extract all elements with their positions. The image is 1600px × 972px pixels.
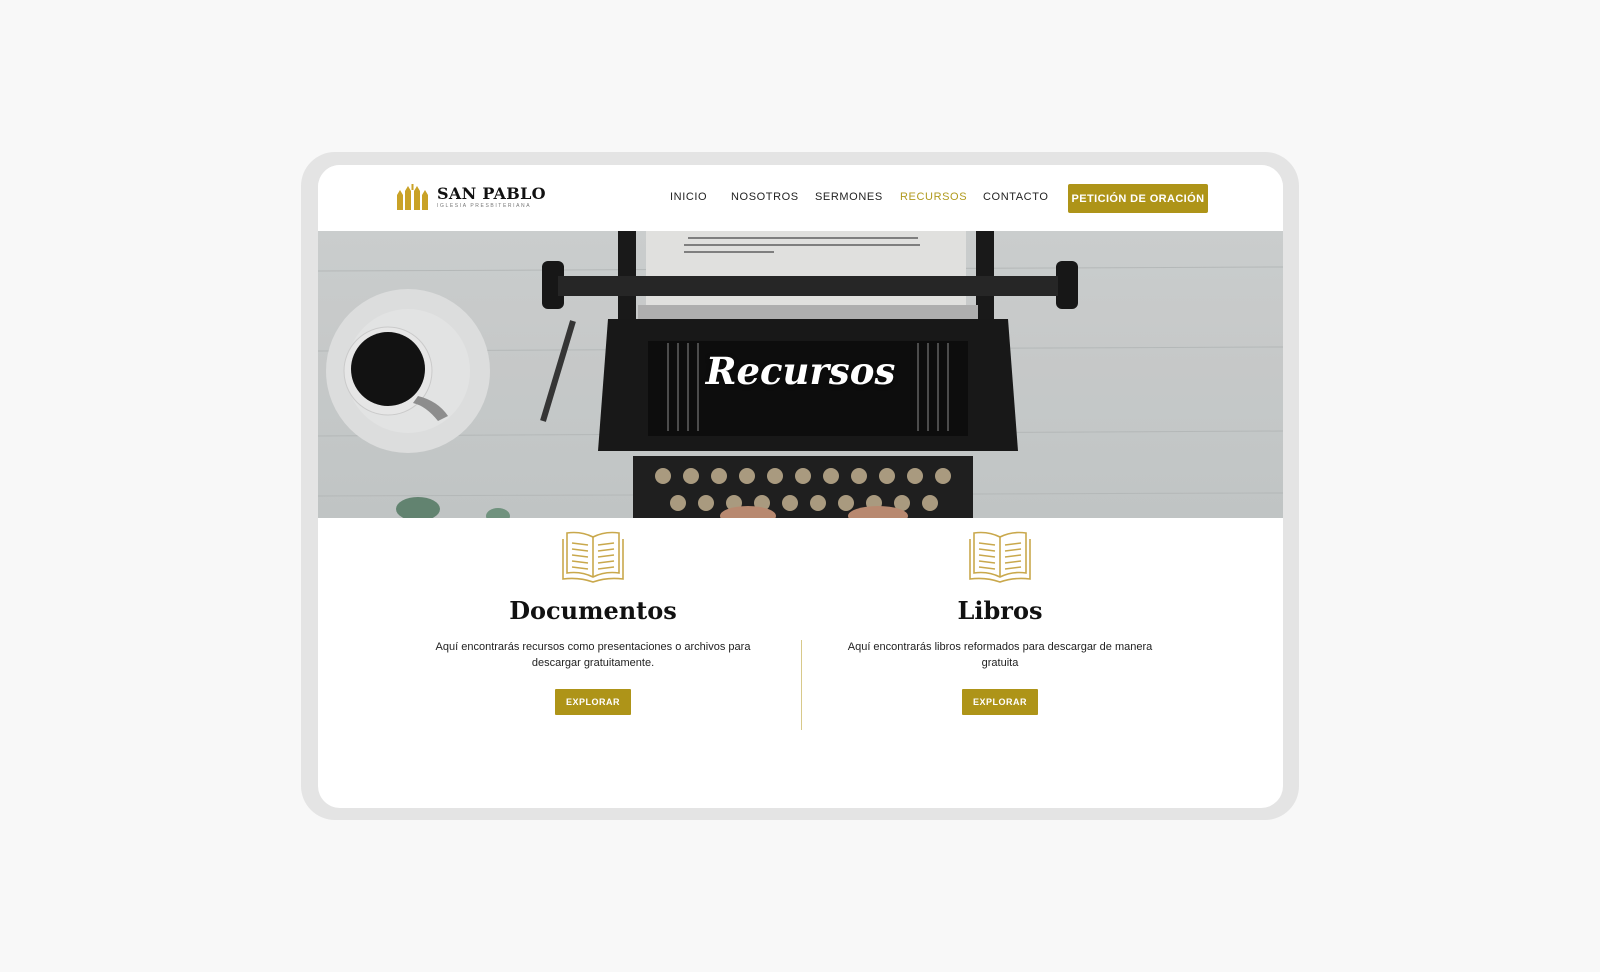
resource-title: Documentos: [509, 596, 677, 625]
prayer-request-button[interactable]: PETICIÓN DE ORACIÓN: [1068, 184, 1208, 213]
resource-title: Libros: [957, 596, 1043, 625]
nav-inicio[interactable]: INICIO: [670, 191, 707, 203]
page-title: Recursos: [705, 349, 896, 393]
nav-sermones[interactable]: SERMONES: [815, 191, 883, 203]
column-divider: [801, 640, 802, 730]
resource-card-documentos: Documentos Aquí encontrarás recursos com…: [413, 529, 773, 715]
explore-libros-button[interactable]: EXPLORAR: [962, 689, 1038, 715]
nav-contacto[interactable]: CONTACTO: [983, 191, 1049, 203]
explore-documentos-button[interactable]: EXPLORAR: [555, 689, 631, 715]
resource-card-libros: Libros Aquí encontrarás libros reformado…: [820, 529, 1180, 715]
tablet-frame: SAN PABLO IGLESIA PRESBITERIANA INICIO N…: [301, 152, 1299, 820]
open-book-icon: [562, 531, 624, 583]
resource-description: Aquí encontrarás libros reformados para …: [847, 641, 1153, 669]
nav-nosotros[interactable]: NOSOTROS: [731, 191, 799, 203]
site-header: SAN PABLO IGLESIA PRESBITERIANA INICIO N…: [318, 165, 1283, 231]
nav-recursos[interactable]: RECURSOS: [900, 191, 967, 203]
resource-description: Aquí encontrarás recursos como presentac…: [435, 641, 751, 669]
open-book-icon: [969, 531, 1031, 583]
browser-screen: SAN PABLO IGLESIA PRESBITERIANA INICIO N…: [318, 165, 1283, 808]
main-nav: INICIO NOSOTROS SERMONES RECURSOS CONTAC…: [318, 165, 1283, 231]
hero-banner: Recursos: [318, 231, 1283, 518]
